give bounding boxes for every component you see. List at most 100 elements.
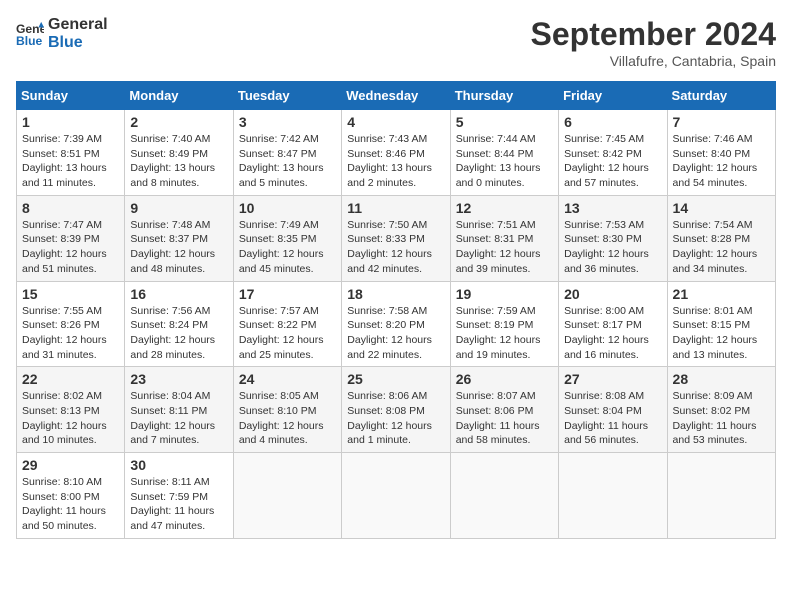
day-number: 13 bbox=[564, 200, 661, 216]
day-number: 10 bbox=[239, 200, 336, 216]
day-number: 30 bbox=[130, 457, 227, 473]
day-number: 4 bbox=[347, 114, 444, 130]
calendar-cell bbox=[450, 453, 558, 539]
day-details: Sunrise: 7:51 AMSunset: 8:31 PMDaylight:… bbox=[456, 218, 553, 277]
day-details: Sunrise: 8:04 AMSunset: 8:11 PMDaylight:… bbox=[130, 389, 227, 448]
calendar-cell: 9 Sunrise: 7:48 AMSunset: 8:37 PMDaylight… bbox=[125, 195, 233, 281]
day-number: 20 bbox=[564, 286, 661, 302]
week-row-1: 1 Sunrise: 7:39 AMSunset: 8:51 PMDaylight… bbox=[17, 110, 776, 196]
calendar-cell: 12 Sunrise: 7:51 AMSunset: 8:31 PMDayligh… bbox=[450, 195, 558, 281]
day-details: Sunrise: 7:49 AMSunset: 8:35 PMDaylight:… bbox=[239, 218, 336, 277]
day-number: 22 bbox=[22, 371, 119, 387]
day-details: Sunrise: 8:10 AMSunset: 8:00 PMDaylight:… bbox=[22, 475, 119, 534]
day-number: 9 bbox=[130, 200, 227, 216]
day-number: 25 bbox=[347, 371, 444, 387]
calendar-cell bbox=[233, 453, 341, 539]
calendar-cell: 16 Sunrise: 7:56 AMSunset: 8:24 PMDayligh… bbox=[125, 281, 233, 367]
calendar-cell: 22 Sunrise: 8:02 AMSunset: 8:13 PMDayligh… bbox=[17, 367, 125, 453]
day-details: Sunrise: 7:39 AMSunset: 8:51 PMDaylight:… bbox=[22, 132, 119, 191]
calendar-table: SundayMondayTuesdayWednesdayThursdayFrid… bbox=[16, 81, 776, 539]
calendar-cell: 7 Sunrise: 7:46 AMSunset: 8:40 PMDaylight… bbox=[667, 110, 775, 196]
day-details: Sunrise: 8:11 AMSunset: 7:59 PMDaylight:… bbox=[130, 475, 227, 534]
calendar-cell: 10 Sunrise: 7:49 AMSunset: 8:35 PMDayligh… bbox=[233, 195, 341, 281]
logo: General Blue General Blue bbox=[16, 16, 108, 51]
day-number: 3 bbox=[239, 114, 336, 130]
day-details: Sunrise: 7:53 AMSunset: 8:30 PMDaylight:… bbox=[564, 218, 661, 277]
calendar-cell: 6Sunrise: 7:45 AMSunset: 8:42 PMDaylight… bbox=[559, 110, 667, 196]
logo-line1: General bbox=[48, 16, 108, 34]
day-details: Sunrise: 7:57 AMSunset: 8:22 PMDaylight:… bbox=[239, 304, 336, 363]
calendar-cell: 18Sunrise: 7:58 AMSunset: 8:20 PMDayligh… bbox=[342, 281, 450, 367]
col-header-monday: Monday bbox=[125, 82, 233, 110]
week-row-2: 8Sunrise: 7:47 AMSunset: 8:39 PMDaylight… bbox=[17, 195, 776, 281]
calendar-cell bbox=[559, 453, 667, 539]
week-row-4: 22 Sunrise: 8:02 AMSunset: 8:13 PMDayligh… bbox=[17, 367, 776, 453]
day-details: Sunrise: 7:44 AMSunset: 8:44 PMDaylight:… bbox=[456, 132, 553, 191]
day-details: Sunrise: 8:07 AMSunset: 8:06 PMDaylight:… bbox=[456, 389, 553, 448]
day-details: Sunrise: 7:50 AMSunset: 8:33 PMDaylight:… bbox=[347, 218, 444, 277]
calendar-cell: 30 Sunrise: 8:11 AMSunset: 7:59 PMDayligh… bbox=[125, 453, 233, 539]
day-details: Sunrise: 7:43 AMSunset: 8:46 PMDaylight:… bbox=[347, 132, 444, 191]
day-number: 24 bbox=[239, 371, 336, 387]
svg-text:Blue: Blue bbox=[16, 34, 43, 48]
day-number: 29 bbox=[22, 457, 119, 473]
col-header-thursday: Thursday bbox=[450, 82, 558, 110]
col-header-wednesday: Wednesday bbox=[342, 82, 450, 110]
calendar-cell: 29 Sunrise: 8:10 AMSunset: 8:00 PMDayligh… bbox=[17, 453, 125, 539]
day-details: Sunrise: 8:09 AMSunset: 8:02 PMDaylight:… bbox=[673, 389, 770, 448]
day-number: 15 bbox=[22, 286, 119, 302]
calendar-cell: 8Sunrise: 7:47 AMSunset: 8:39 PMDaylight… bbox=[17, 195, 125, 281]
calendar-cell: 21 Sunrise: 8:01 AMSunset: 8:15 PMDayligh… bbox=[667, 281, 775, 367]
calendar-cell: 4 Sunrise: 7:43 AMSunset: 8:46 PMDaylight… bbox=[342, 110, 450, 196]
day-number: 17 bbox=[239, 286, 336, 302]
col-header-sunday: Sunday bbox=[17, 82, 125, 110]
logo-line2: Blue bbox=[48, 34, 108, 52]
day-number: 14 bbox=[673, 200, 770, 216]
day-details: Sunrise: 8:02 AMSunset: 8:13 PMDaylight:… bbox=[22, 389, 119, 448]
title-area: September 2024 Villafufre, Cantabria, Sp… bbox=[531, 16, 776, 69]
calendar-cell: 28 Sunrise: 8:09 AMSunset: 8:02 PMDayligh… bbox=[667, 367, 775, 453]
calendar-cell: 20 Sunrise: 8:00 AMSunset: 8:17 PMDayligh… bbox=[559, 281, 667, 367]
day-details: Sunrise: 7:59 AMSunset: 8:19 PMDaylight:… bbox=[456, 304, 553, 363]
calendar-cell: 5 Sunrise: 7:44 AMSunset: 8:44 PMDaylight… bbox=[450, 110, 558, 196]
day-number: 28 bbox=[673, 371, 770, 387]
calendar-cell: 25 Sunrise: 8:06 AMSunset: 8:08 PMDayligh… bbox=[342, 367, 450, 453]
calendar-cell: 17 Sunrise: 7:57 AMSunset: 8:22 PMDayligh… bbox=[233, 281, 341, 367]
location-subtitle: Villafufre, Cantabria, Spain bbox=[531, 53, 776, 69]
day-details: Sunrise: 7:55 AMSunset: 8:26 PMDaylight:… bbox=[22, 304, 119, 363]
day-number: 21 bbox=[673, 286, 770, 302]
week-row-5: 29 Sunrise: 8:10 AMSunset: 8:00 PMDayligh… bbox=[17, 453, 776, 539]
day-details: Sunrise: 7:54 AMSunset: 8:28 PMDaylight:… bbox=[673, 218, 770, 277]
day-details: Sunrise: 7:47 AMSunset: 8:39 PMDaylight:… bbox=[22, 218, 119, 277]
day-number: 11 bbox=[347, 200, 444, 216]
calendar-cell: 24Sunrise: 8:05 AMSunset: 8:10 PMDayligh… bbox=[233, 367, 341, 453]
day-details: Sunrise: 7:46 AMSunset: 8:40 PMDaylight:… bbox=[673, 132, 770, 191]
day-number: 7 bbox=[673, 114, 770, 130]
col-header-friday: Friday bbox=[559, 82, 667, 110]
day-details: Sunrise: 8:08 AMSunset: 8:04 PMDaylight:… bbox=[564, 389, 661, 448]
day-number: 12 bbox=[456, 200, 553, 216]
day-number: 6 bbox=[564, 114, 661, 130]
calendar-cell: 15 Sunrise: 7:55 AMSunset: 8:26 PMDayligh… bbox=[17, 281, 125, 367]
calendar-cell: 11 Sunrise: 7:50 AMSunset: 8:33 PMDayligh… bbox=[342, 195, 450, 281]
calendar-cell: 27Sunrise: 8:08 AMSunset: 8:04 PMDayligh… bbox=[559, 367, 667, 453]
calendar-cell: 3Sunrise: 7:42 AMSunset: 8:47 PMDaylight… bbox=[233, 110, 341, 196]
week-row-3: 15 Sunrise: 7:55 AMSunset: 8:26 PMDayligh… bbox=[17, 281, 776, 367]
day-details: Sunrise: 8:00 AMSunset: 8:17 PMDaylight:… bbox=[564, 304, 661, 363]
day-details: Sunrise: 8:01 AMSunset: 8:15 PMDaylight:… bbox=[673, 304, 770, 363]
day-details: Sunrise: 7:48 AMSunset: 8:37 PMDaylight:… bbox=[130, 218, 227, 277]
month-title: September 2024 bbox=[531, 16, 776, 53]
day-number: 1 bbox=[22, 114, 119, 130]
logo-icon: General Blue bbox=[16, 20, 44, 48]
calendar-cell bbox=[667, 453, 775, 539]
day-number: 5 bbox=[456, 114, 553, 130]
calendar-cell: 26Sunrise: 8:07 AMSunset: 8:06 PMDayligh… bbox=[450, 367, 558, 453]
day-number: 23 bbox=[130, 371, 227, 387]
col-header-saturday: Saturday bbox=[667, 82, 775, 110]
day-number: 16 bbox=[130, 286, 227, 302]
calendar-cell bbox=[342, 453, 450, 539]
day-details: Sunrise: 8:06 AMSunset: 8:08 PMDaylight:… bbox=[347, 389, 444, 448]
day-details: Sunrise: 7:56 AMSunset: 8:24 PMDaylight:… bbox=[130, 304, 227, 363]
calendar-cell: 19 Sunrise: 7:59 AMSunset: 8:19 PMDayligh… bbox=[450, 281, 558, 367]
day-number: 19 bbox=[456, 286, 553, 302]
